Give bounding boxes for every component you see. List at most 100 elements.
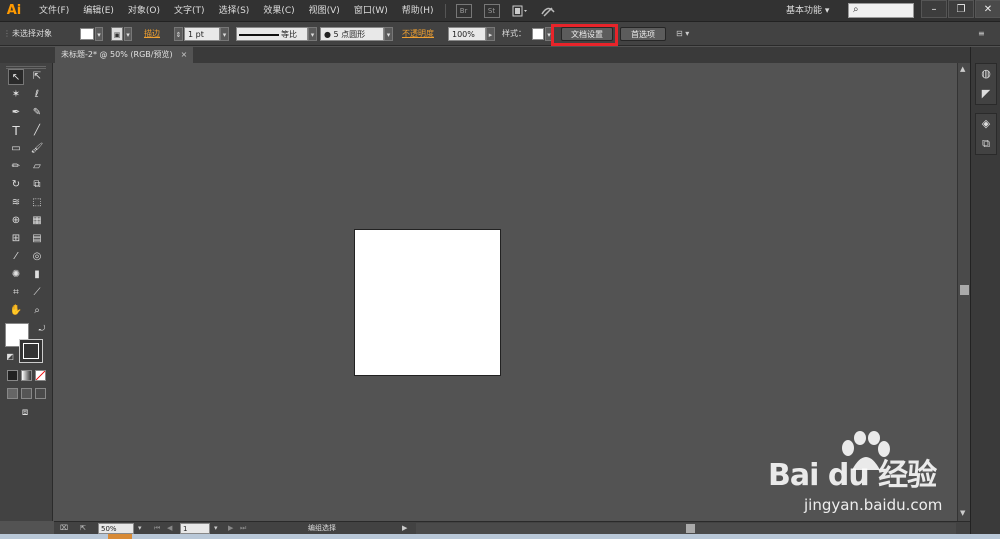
artboard[interactable]: [354, 229, 501, 376]
direct-selection-tool-icon[interactable]: ⇱: [29, 69, 45, 85]
next-artboard-icon[interactable]: ▶: [228, 523, 233, 534]
gradient-tool-icon[interactable]: ▤: [29, 231, 45, 247]
vertical-scrollbar[interactable]: ▲ ▼: [957, 63, 970, 521]
stock-icon[interactable]: St: [483, 3, 500, 18]
color-panel-icon[interactable]: ◤: [976, 84, 996, 104]
width-tool-icon[interactable]: ≋: [8, 195, 24, 211]
menu-window[interactable]: 窗口(W): [347, 0, 395, 22]
column-graph-tool-icon[interactable]: ▮: [29, 267, 45, 283]
color-mode-icon[interactable]: [7, 370, 18, 381]
zoom-dropdown-icon[interactable]: ▾: [138, 523, 142, 534]
hand-tool-icon[interactable]: ✋: [8, 303, 24, 319]
artboards-icon[interactable]: ⧉: [976, 134, 996, 154]
menu-type[interactable]: 文字(T): [167, 0, 212, 22]
opacity-label[interactable]: 不透明度: [402, 27, 434, 41]
preferences-button[interactable]: 首选项: [620, 27, 666, 41]
opacity-field[interactable]: 100%: [448, 27, 486, 41]
panel-menu-icon[interactable]: ≡: [978, 27, 985, 41]
share-icon[interactable]: ⇱: [80, 523, 86, 534]
draw-behind-icon[interactable]: [21, 388, 32, 399]
workspace-switcher[interactable]: 基本功能 ▾: [786, 3, 829, 19]
scroll-up-icon[interactable]: ▲: [960, 65, 965, 73]
menu-select[interactable]: 选择(S): [212, 0, 257, 22]
slice-tool-icon[interactable]: ⟋: [29, 285, 45, 301]
curvature-tool-icon[interactable]: ✎: [29, 105, 45, 121]
first-artboard-icon[interactable]: ⏮: [154, 523, 160, 534]
menu-effect[interactable]: 效果(C): [256, 0, 301, 22]
horizontal-scroll-thumb[interactable]: [686, 524, 695, 533]
draw-inside-icon[interactable]: [35, 388, 46, 399]
color-guide-icon[interactable]: ◍: [976, 64, 996, 84]
pen-tool-icon[interactable]: ✒: [8, 105, 24, 121]
stroke-label[interactable]: 描边: [144, 27, 160, 41]
graphic-style-swatch[interactable]: [532, 28, 544, 40]
restore-button[interactable]: ❐: [948, 0, 974, 18]
rotate-tool-icon[interactable]: ↻: [8, 177, 24, 193]
profile-dropdown[interactable]: ▾: [308, 27, 317, 41]
shape-builder-tool-icon[interactable]: ⊕: [8, 213, 24, 229]
tab-close-icon[interactable]: ×: [181, 47, 188, 63]
magic-wand-tool-icon[interactable]: ✶: [8, 87, 24, 103]
screen-mode-icon[interactable]: ⧈: [17, 405, 33, 421]
mesh-tool-icon[interactable]: ⊞: [8, 231, 24, 247]
vertical-scroll-thumb[interactable]: [960, 285, 969, 295]
zoom-tool-icon[interactable]: ⌕: [29, 303, 45, 319]
rectangle-tool-icon[interactable]: ▭: [8, 141, 24, 157]
paintbrush-tool-icon[interactable]: 🖌: [29, 141, 45, 157]
fill-swatch[interactable]: [80, 28, 94, 40]
eraser-tool-icon[interactable]: ▱: [29, 159, 45, 175]
selection-tool-icon[interactable]: ↖: [8, 69, 24, 85]
gpu-performance-icon[interactable]: [540, 4, 556, 18]
align-options-icon[interactable]: ⊟ ▾: [676, 27, 689, 41]
stroke-dropdown[interactable]: ▾: [124, 27, 132, 41]
brush-definition[interactable]: ● 5 点圆形: [320, 27, 384, 41]
last-artboard-icon[interactable]: ⏭: [240, 523, 246, 534]
search-input[interactable]: ⌕: [848, 3, 914, 18]
close-button[interactable]: ✕: [975, 0, 1000, 18]
stroke-weight-field[interactable]: 1 pt: [184, 27, 220, 41]
menu-edit[interactable]: 编辑(E): [76, 0, 121, 22]
line-tool-icon[interactable]: ╱: [29, 123, 45, 139]
minimize-button[interactable]: –: [921, 0, 947, 18]
none-mode-icon[interactable]: [35, 370, 46, 381]
swap-fill-stroke-icon[interactable]: ⤾: [34, 321, 50, 337]
free-transform-tool-icon[interactable]: ⬚: [29, 195, 45, 211]
menu-file[interactable]: 文件(F): [32, 0, 76, 22]
zoom-field[interactable]: 50%: [98, 523, 134, 534]
menu-help[interactable]: 帮助(H): [395, 0, 441, 22]
eyedropper-tool-icon[interactable]: ⁄: [8, 249, 24, 265]
artboard-dropdown-icon[interactable]: ▾: [214, 523, 218, 534]
status-menu-icon[interactable]: ▶: [402, 523, 407, 534]
artboard-number-field[interactable]: 1: [180, 523, 210, 534]
stroke-color-box[interactable]: [19, 339, 43, 363]
menu-object[interactable]: 对象(O): [121, 0, 167, 22]
prev-artboard-icon[interactable]: ◀: [167, 523, 172, 534]
layers-icon[interactable]: ◈: [976, 114, 996, 134]
type-tool-icon[interactable]: T: [8, 123, 24, 139]
default-fill-stroke-icon[interactable]: ◩: [2, 349, 18, 365]
brush-dropdown[interactable]: ▾: [384, 27, 393, 41]
horizontal-scrollbar[interactable]: [416, 523, 956, 534]
lasso-tool-icon[interactable]: ℓ: [29, 87, 45, 103]
perspective-grid-tool-icon[interactable]: ▦: [29, 213, 45, 229]
scale-tool-icon[interactable]: ⧉: [29, 177, 45, 193]
tab-document[interactable]: 未标题-2* @ 50% (RGB/预览) ×: [55, 47, 194, 63]
gradient-mode-icon[interactable]: [21, 370, 32, 381]
blend-tool-icon[interactable]: ◎: [29, 249, 45, 265]
symbol-sprayer-tool-icon[interactable]: ✺: [8, 267, 24, 283]
draw-normal-icon[interactable]: [7, 388, 18, 399]
artboard-tool-icon[interactable]: ⌗: [8, 285, 24, 301]
artboard-nav-icon[interactable]: ⌧: [60, 523, 68, 534]
taskbar-app-illustrator[interactable]: [108, 534, 132, 539]
menu-view[interactable]: 视图(V): [302, 0, 347, 22]
fill-dropdown[interactable]: ▾: [95, 27, 103, 41]
stroke-weight-dropdown[interactable]: ▾: [220, 27, 229, 41]
pencil-tool-icon[interactable]: ✏: [8, 159, 24, 175]
bridge-icon[interactable]: Br: [455, 3, 472, 18]
variable-width-profile[interactable]: 等比: [236, 27, 308, 41]
arrange-documents-icon[interactable]: [512, 4, 528, 18]
stroke-swatch[interactable]: ▣: [111, 27, 123, 41]
scroll-down-icon[interactable]: ▼: [960, 509, 965, 517]
stroke-weight-stepper[interactable]: ⇕: [174, 27, 183, 41]
opacity-dropdown[interactable]: ▸: [486, 27, 495, 41]
